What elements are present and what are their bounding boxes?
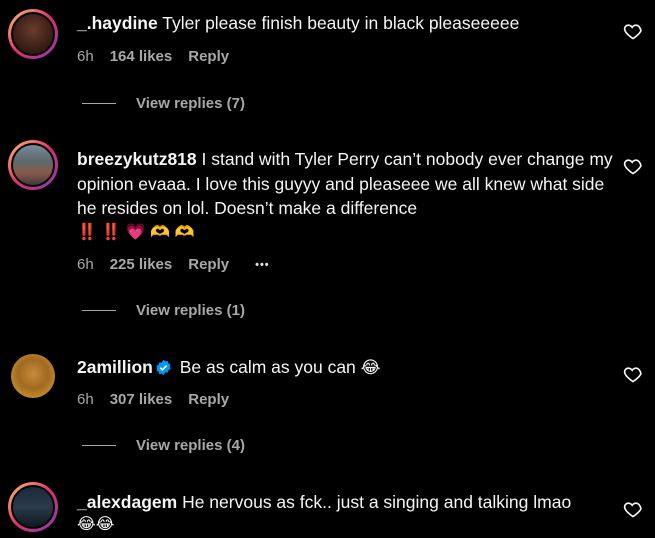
heart-outline-icon[interactable] [623, 21, 643, 41]
avatar[interactable] [11, 354, 55, 398]
avatar[interactable] [8, 9, 58, 59]
reply-button[interactable]: Reply [188, 391, 229, 408]
comment-body: _.haydine Tyler please finish beauty in … [77, 11, 615, 36]
comment-username[interactable]: breezykutz818 [77, 149, 197, 169]
comment-likes[interactable]: 307 likes [110, 391, 173, 408]
reply-button[interactable]: Reply [188, 48, 229, 65]
avatar[interactable] [8, 482, 58, 532]
emoji-line: 😂😂 [77, 513, 615, 538]
comment-time: 6h [77, 256, 94, 273]
divider-line [82, 310, 116, 311]
comment-emoji: 😂 [360, 358, 381, 377]
comment-time: 6h [77, 48, 94, 65]
comment-username[interactable]: _alexdagem [77, 492, 177, 512]
view-replies-button[interactable]: View replies (4) [82, 437, 245, 454]
heart-outline-icon[interactable] [623, 364, 643, 384]
comment-emoji: 😂😂 [77, 516, 115, 533]
comment-body: _alexdagem He nervous as fck.. just a si… [77, 490, 615, 515]
reply-button[interactable]: Reply [188, 256, 229, 273]
comment-body: 2amillion Be as calm as you can 😂 [77, 355, 615, 381]
view-replies-label[interactable]: View replies (7) [136, 95, 245, 112]
comment-username[interactable]: _.haydine [77, 13, 158, 33]
comment-username[interactable]: 2amillion [77, 357, 153, 377]
comment-emoji: ‼️ ‼️ 💗 🫶 🫶 [77, 224, 195, 241]
comment-meta: 6h 307 likes Reply [77, 391, 229, 408]
emoji-line: ‼️ ‼️ 💗 🫶 🫶 [77, 221, 615, 246]
comment-text: He nervous as fck.. just a singing and t… [182, 492, 572, 512]
comment-likes[interactable]: 164 likes [110, 48, 173, 65]
view-replies-label[interactable]: View replies (4) [136, 437, 245, 454]
comment-meta: 6h 164 likes Reply [77, 48, 229, 65]
view-replies-button[interactable]: View replies (1) [82, 302, 245, 319]
view-replies-button[interactable]: View replies (7) [82, 95, 245, 112]
heart-outline-icon[interactable] [623, 499, 643, 519]
comment-time: 6h [77, 391, 94, 408]
view-replies-label[interactable]: View replies (1) [136, 302, 245, 319]
comment-meta: 6h 225 likes Reply ••• [77, 256, 270, 273]
comment-body: breezykutz818 I stand with Tyler Perry c… [77, 147, 615, 221]
verified-badge-icon [156, 359, 171, 376]
divider-line [82, 445, 116, 446]
comment-text: Tyler please finish beauty in black plea… [162, 13, 520, 33]
divider-line [82, 103, 116, 104]
more-options-icon[interactable]: ••• [255, 259, 270, 271]
comment-likes[interactable]: 225 likes [110, 256, 173, 273]
heart-outline-icon[interactable] [623, 156, 643, 176]
avatar[interactable] [8, 140, 58, 190]
comment-text: Be as calm as you can [179, 357, 356, 377]
